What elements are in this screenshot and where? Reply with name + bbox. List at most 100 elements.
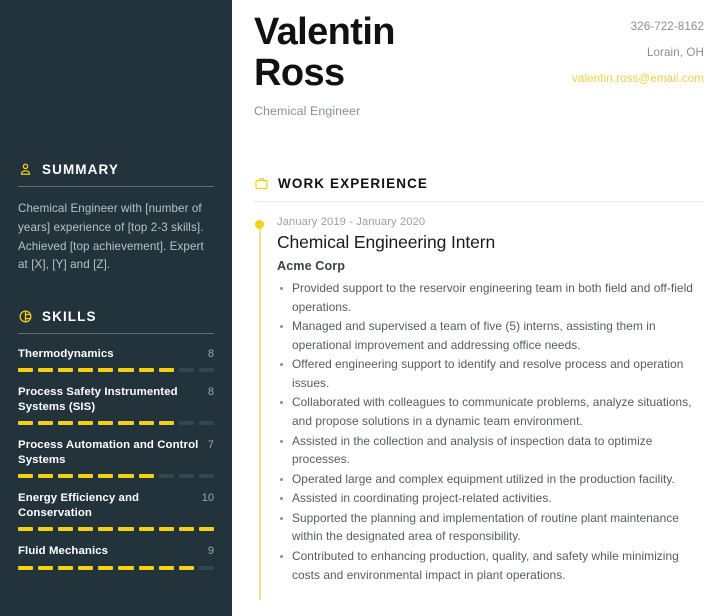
experience-bullet: Contributed to enhancing production, qua… — [277, 547, 704, 584]
skill-rating-segment — [198, 527, 214, 532]
skill-rating-segment — [198, 421, 214, 426]
experience-bullets: Provided support to the reservoir engine… — [277, 279, 704, 584]
skill-rating-segment — [198, 368, 214, 373]
skill-rating-segment — [118, 565, 134, 570]
skill-score: 8 — [207, 386, 214, 399]
skill-rating-segment — [98, 421, 114, 426]
skill-rating-segment — [58, 527, 74, 532]
skill-row: Process Automation and Control Systems 7 — [18, 438, 214, 468]
contact-email[interactable]: valentin.ross@email.com — [572, 72, 704, 85]
skill-rating-segment — [138, 368, 154, 373]
skill-rating-segment — [38, 368, 54, 373]
skill-rating-segment — [138, 565, 154, 570]
timeline-dot — [255, 220, 264, 230]
summary-text: Chemical Engineer with [number of years]… — [18, 202, 204, 272]
skill-row: Thermodynamics 8 — [18, 347, 214, 362]
skill-rating-segment — [158, 421, 174, 426]
skill-rating-segment — [38, 565, 54, 570]
skill-row: Process Safety Instrumented Systems (SIS… — [18, 385, 214, 415]
skill-score: 7 — [207, 439, 214, 452]
experience-bullet: Supported the planning and implementatio… — [277, 509, 704, 546]
experience-bullet: Collaborated with colleagues to communic… — [277, 393, 704, 430]
summary-divider — [18, 186, 214, 187]
experience-role: Chemical Engineering Intern — [277, 232, 496, 253]
skill-rating-segment — [98, 527, 114, 532]
skill-rating-segment — [118, 368, 134, 373]
skill-rating-segment — [58, 421, 74, 426]
skill-item: Process Automation and Control Systems 7 — [18, 438, 214, 479]
skill-rating-segment — [138, 527, 154, 532]
skill-rating-segment — [178, 421, 194, 426]
skill-score: 9 — [207, 545, 214, 558]
skill-rating-segment — [178, 565, 194, 570]
skill-rating-segment — [18, 565, 34, 570]
skills-list: Thermodynamics 8 Process Safety Instrument… — [18, 347, 214, 570]
skill-rating-segment — [198, 565, 214, 570]
skill-rating-segment — [18, 474, 34, 479]
sidebar: SUMMARY Chemical Engineer with [number o… — [0, 0, 232, 616]
skill-rating-segment — [158, 368, 174, 373]
skill-rating-segment — [78, 421, 94, 426]
skill-rating-segment — [18, 527, 34, 532]
skill-rating-segment — [118, 474, 134, 479]
skill-gauge-icon — [19, 310, 32, 323]
skill-row: Fluid Mechanics 9 — [18, 544, 214, 559]
skill-name: Process Automation and Control Systems — [18, 439, 199, 467]
skill-score: 10 — [201, 492, 214, 505]
work-experience-list: January 2019 - January 2020 Chemical Engi… — [254, 202, 704, 601]
contact-location: Lorain, OH — [646, 46, 704, 59]
skill-rating-segment — [98, 565, 114, 570]
skill-item: Energy Efficiency and Conservation 10 — [18, 491, 214, 532]
skill-rating-segment — [98, 368, 114, 373]
skill-rating-segment — [118, 527, 134, 532]
briefcase-icon — [255, 178, 268, 190]
skill-rating-segment — [198, 474, 214, 479]
candidate-name: Valentin Ross — [254, 11, 484, 95]
sidebar-top-spacer — [18, 0, 214, 162]
skill-rating-bar — [18, 368, 214, 373]
skill-name: Energy Efficiency and Conservation — [18, 492, 140, 520]
experience-date: January 2019 - January 2020 — [277, 216, 426, 229]
skill-rating-segment — [158, 527, 174, 532]
candidate-job-title: Chemical Engineer — [254, 104, 361, 119]
resume-document: SUMMARY Chemical Engineer with [number o… — [0, 0, 718, 616]
skill-rating-segment — [78, 527, 94, 532]
user-icon — [20, 163, 31, 175]
skills-section-header: SKILLS — [18, 309, 214, 333]
skill-rating-segment — [158, 474, 174, 479]
skill-rating-segment — [58, 368, 74, 373]
skill-rating-segment — [98, 474, 114, 479]
skill-rating-bar — [18, 474, 214, 479]
contact-block: 326-722-8162 Lorain, OH valentin.ross@em… — [572, 12, 704, 85]
resume-header: Valentin Ross Chemical Engineer 326-722-… — [254, 0, 704, 118]
skill-rating-segment — [18, 421, 34, 426]
skill-score: 8 — [207, 348, 214, 361]
skill-name: Thermodynamics — [18, 348, 114, 361]
skill-rating-segment — [38, 474, 54, 479]
experience-company: Acme Corp — [277, 259, 346, 274]
skill-rating-segment — [78, 474, 94, 479]
summary-title: SUMMARY — [42, 161, 119, 177]
skill-rating-bar — [18, 565, 214, 570]
skill-name: Process Safety Instrumented Systems (SIS… — [18, 386, 178, 414]
skill-rating-segment — [158, 565, 174, 570]
skill-rating-bar — [18, 527, 214, 532]
experience-bullet: Offered engineering support to identify … — [277, 355, 704, 392]
experience-bullet: Assisted in coordinating project-related… — [277, 489, 704, 508]
first-name: Valentin — [254, 11, 396, 53]
skill-rating-segment — [118, 421, 134, 426]
name-block: Valentin Ross Chemical Engineer — [254, 11, 484, 119]
skill-rating-segment — [58, 565, 74, 570]
skills-divider — [18, 333, 214, 335]
contact-phone: 326-722-8162 — [630, 20, 704, 33]
skill-rating-segment — [58, 474, 74, 479]
skill-rating-segment — [138, 474, 154, 479]
summary-section-header: SUMMARY — [18, 162, 214, 186]
skill-name: Fluid Mechanics — [18, 545, 109, 558]
last-name: Ross — [254, 52, 345, 95]
work-experience-section-header: WORK EXPERIENCE — [254, 176, 704, 191]
work-experience-title: WORK EXPERIENCE — [278, 175, 429, 191]
skill-rating-segment — [38, 527, 54, 532]
experience-entry: January 2019 - January 2020 Chemical Engi… — [254, 202, 704, 601]
skill-rating-segment — [78, 565, 94, 570]
